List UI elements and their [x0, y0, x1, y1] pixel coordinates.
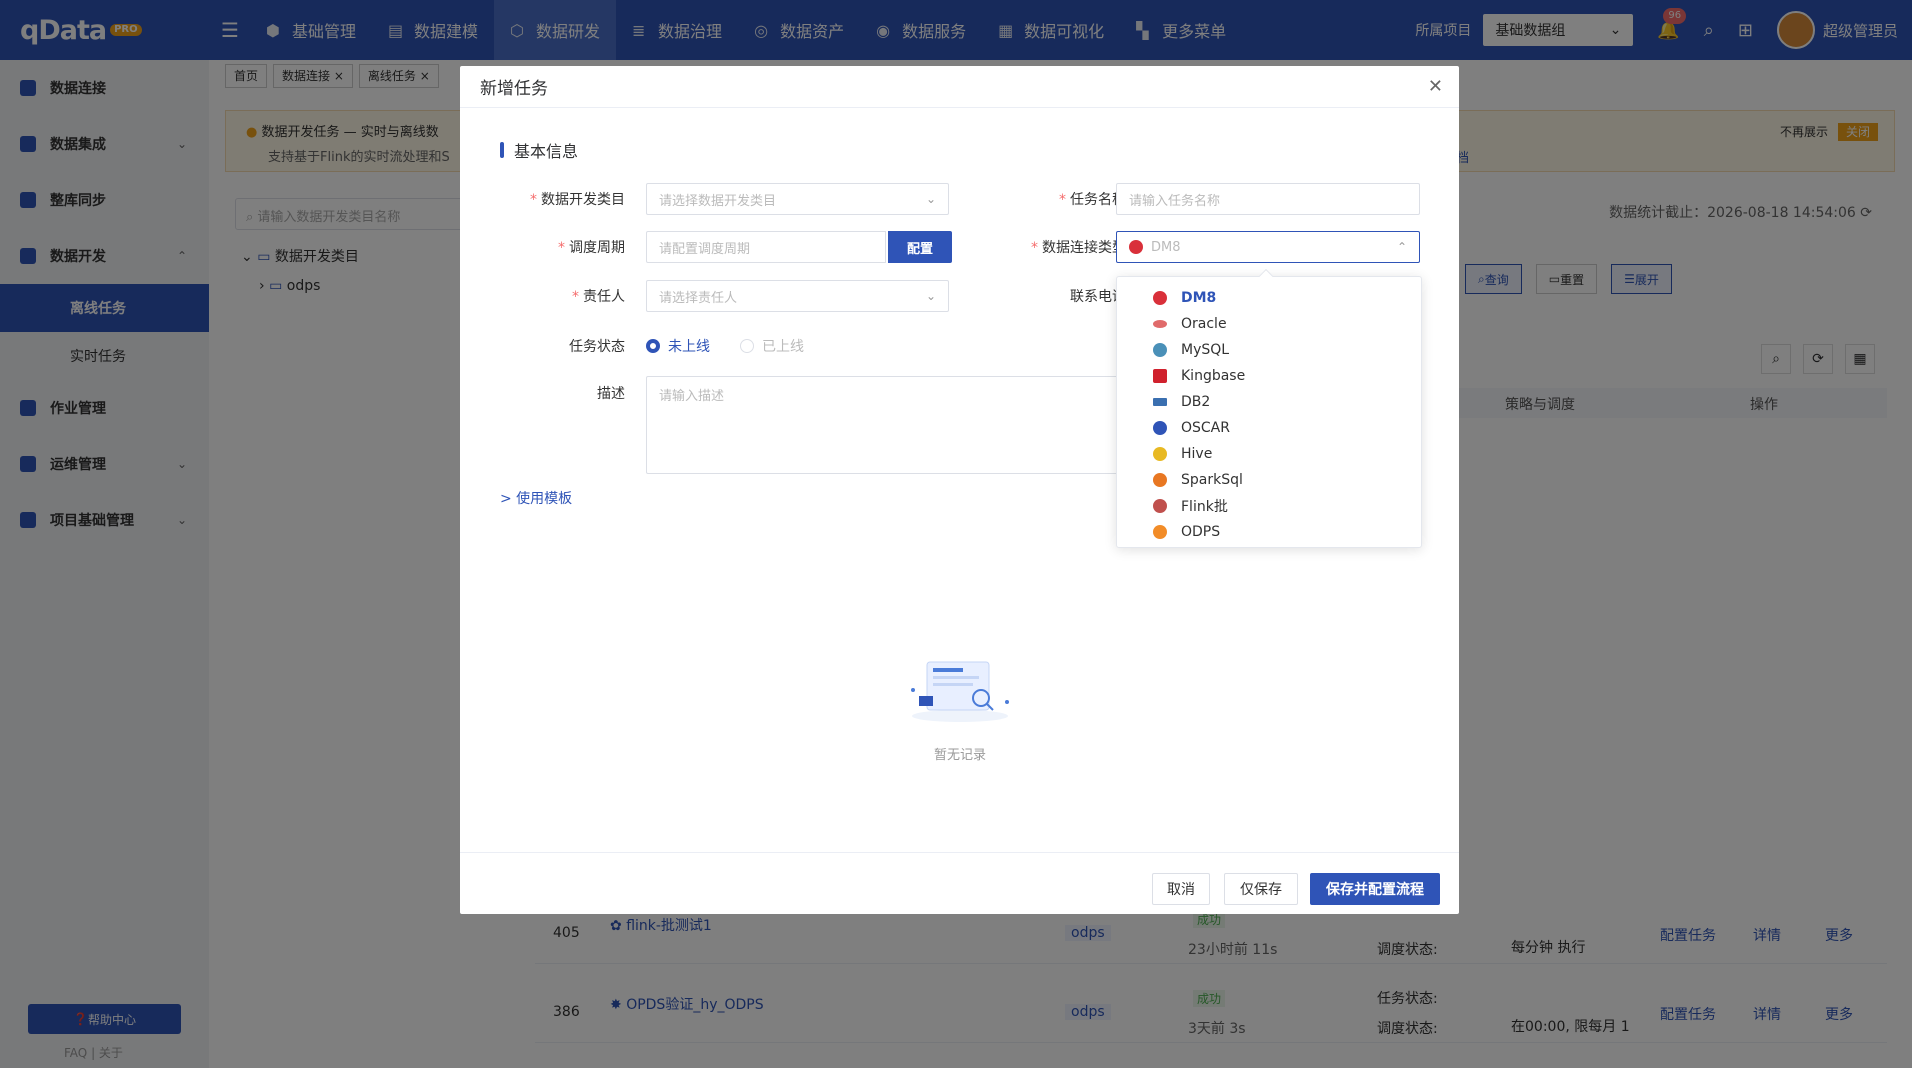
dialog-header: 新增任务 ✕: [460, 66, 1459, 108]
hive-icon: [1153, 447, 1167, 461]
task-status-label: 任务状态: [569, 339, 625, 355]
dm8-icon: [1153, 291, 1167, 305]
dm8-icon: [1129, 240, 1143, 254]
option-kingbase[interactable]: Kingbase: [1117, 363, 1421, 389]
oscar-icon: [1153, 421, 1167, 435]
section-title: 基本信息: [500, 138, 578, 162]
schedule-label: * 调度周期: [558, 240, 625, 256]
odps-icon: [1153, 525, 1167, 539]
option-sparksql[interactable]: SparkSql: [1117, 467, 1421, 493]
save-and-config-button[interactable]: 保存并配置流程: [1310, 873, 1440, 905]
owner-label: * 责任人: [572, 289, 625, 305]
option-dm8[interactable]: DM8: [1117, 285, 1421, 311]
option-db2[interactable]: DB2: [1117, 389, 1421, 415]
chevron-down-icon: ⌄: [925, 289, 936, 303]
phone-label: 联系电话: [1070, 289, 1126, 305]
kingbase-icon: [1153, 369, 1167, 383]
status-offline-radio[interactable]: 未上线: [646, 336, 710, 356]
conn-type-dropdown: DM8 Oracle MySQL Kingbase DB2 OSCAR Hive…: [1116, 268, 1422, 548]
use-template-link[interactable]: > 使用模板: [500, 488, 572, 508]
option-hive[interactable]: Hive: [1117, 441, 1421, 467]
configure-schedule-button[interactable]: 配置: [888, 231, 952, 263]
dialog-title: 新增任务: [480, 79, 548, 99]
empty-state-illustration: [911, 661, 1009, 722]
cancel-button[interactable]: 取消: [1152, 873, 1210, 905]
conn-type-select[interactable]: DM8 ⌃: [1116, 231, 1420, 263]
owner-select[interactable]: 请选择责任人 ⌄: [646, 280, 949, 312]
option-flink-batch[interactable]: Flink批: [1117, 493, 1421, 519]
category-select[interactable]: 请选择数据开发类目 ⌄: [646, 183, 949, 215]
chevron-up-icon: ⌃: [1396, 240, 1407, 254]
option-oscar[interactable]: OSCAR: [1117, 415, 1421, 441]
schedule-input[interactable]: 请配置调度周期: [646, 231, 886, 263]
task-name-input[interactable]: 请输入任务名称: [1116, 183, 1420, 215]
option-oracle[interactable]: Oracle: [1117, 311, 1421, 337]
option-mysql[interactable]: MySQL: [1117, 337, 1421, 363]
flink-icon: [1153, 499, 1167, 513]
task-name-label: * 任务名称: [1059, 192, 1126, 208]
chevron-down-icon: ⌄: [925, 192, 936, 206]
close-icon[interactable]: ✕: [1428, 76, 1443, 97]
oracle-icon: [1153, 320, 1167, 328]
spark-icon: [1153, 473, 1167, 487]
category-label: * 数据开发类目: [530, 192, 625, 208]
option-odps[interactable]: ODPS: [1117, 519, 1421, 545]
save-only-button[interactable]: 仅保存: [1224, 873, 1298, 905]
desc-label: 描述: [597, 386, 625, 402]
conn-type-label: * 数据连接类型: [1031, 240, 1126, 256]
mysql-icon: [1153, 343, 1167, 357]
empty-state-text: 暂无记录: [933, 748, 986, 763]
db2-icon: [1153, 398, 1167, 406]
status-online-radio[interactable]: 已上线: [740, 336, 804, 356]
dialog-footer: 取消 仅保存 保存并配置流程: [460, 852, 1459, 914]
